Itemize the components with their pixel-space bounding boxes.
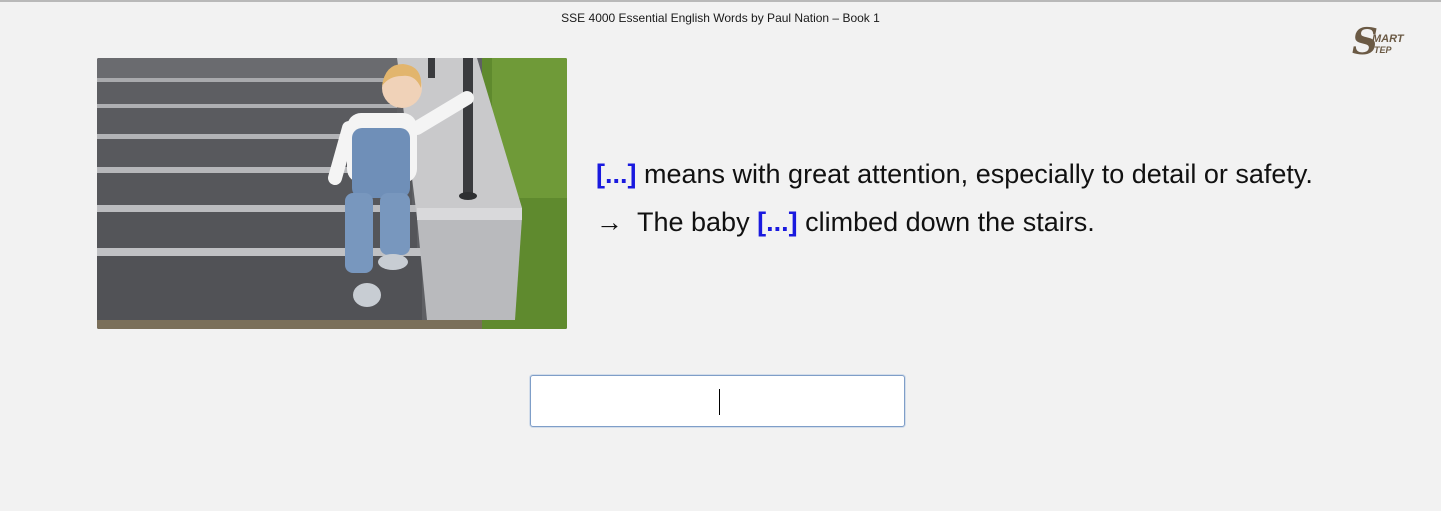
definition-line: [...] means with great attention, especi…: [596, 150, 1416, 198]
child-on-stairs-image: [97, 58, 567, 329]
svg-text:MART: MART: [1372, 33, 1405, 45]
text-caret: [719, 389, 720, 415]
blank-marker-example: [...]: [757, 207, 798, 237]
arrow-icon: →: [596, 207, 623, 237]
definition-card: [...] means with great attention, especi…: [596, 150, 1416, 246]
top-border: [0, 0, 1441, 2]
example-text-after: climbed down the stairs.: [797, 207, 1095, 237]
example-text-before: The baby: [637, 207, 758, 237]
page-title: SSE 4000 Essential English Words by Paul…: [561, 11, 880, 25]
illustration-photo: [97, 58, 567, 329]
svg-text:TEP: TEP: [1374, 45, 1393, 55]
example-line: → The baby [...] climbed down the stairs.: [596, 198, 1416, 246]
blank-marker: [...]: [596, 159, 637, 189]
definition-text: means with great attention, especially t…: [636, 159, 1313, 189]
smart-step-logo: S MART TEP: [1352, 21, 1405, 62]
answer-input[interactable]: [530, 375, 905, 427]
